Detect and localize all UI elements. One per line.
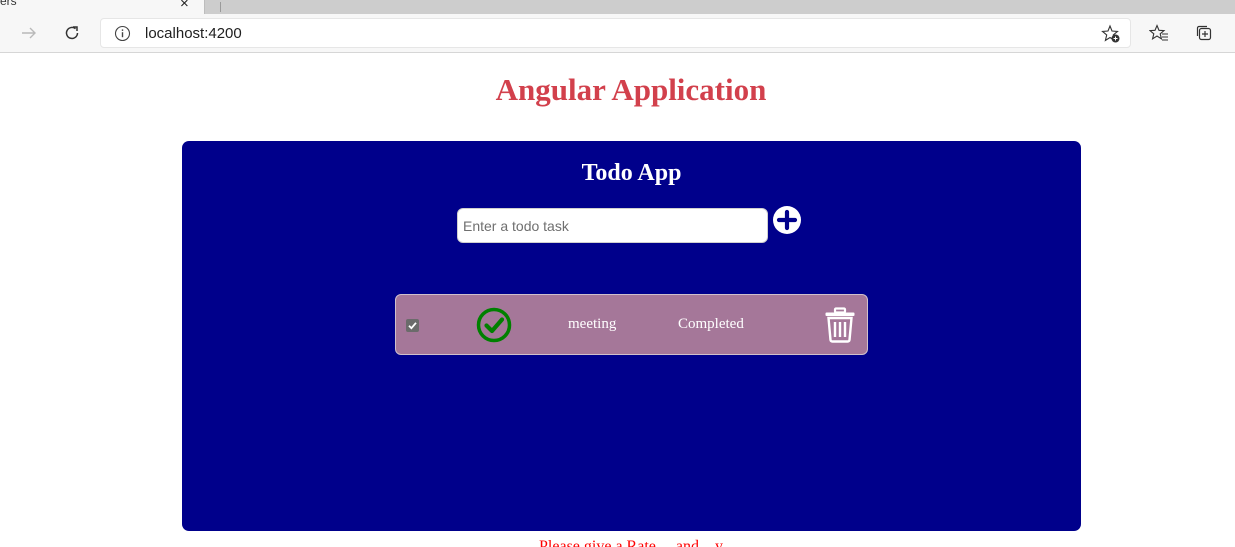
tab-close-icon[interactable]: ×: [180, 0, 189, 11]
info-icon[interactable]: [114, 25, 131, 47]
check-circle-icon: [476, 307, 512, 348]
address-text: localhost:4200: [145, 25, 242, 42]
browser-tab[interactable]: ers ×: [0, 0, 205, 14]
browser-toolbar: localhost:4200: [0, 14, 1235, 53]
address-bar[interactable]: localhost:4200: [100, 18, 1131, 48]
add-todo-button[interactable]: [772, 205, 802, 235]
todo-task-input[interactable]: [457, 208, 768, 243]
add-favorite-icon[interactable]: [1101, 24, 1121, 49]
favorites-icon[interactable]: [1145, 19, 1173, 47]
trash-icon[interactable]: [824, 307, 856, 348]
tab-title: ers: [0, 0, 17, 8]
tab-strip: ers ×: [0, 0, 1235, 14]
page-title: Angular Application: [495, 72, 767, 107]
todo-app-panel: Todo App meeting Completed: [182, 141, 1081, 531]
todo-item-text: meeting: [568, 316, 617, 332]
collections-icon[interactable]: [1190, 19, 1218, 47]
todo-item: meeting Completed: [395, 294, 868, 355]
tab-separator: [220, 2, 221, 12]
todo-checkbox[interactable]: [406, 319, 419, 332]
forward-icon[interactable]: [15, 19, 43, 47]
todo-app-title: Todo App: [581, 160, 682, 186]
plus-circle-icon: [773, 206, 801, 234]
todo-item-status: Completed: [678, 316, 744, 332]
refresh-icon[interactable]: [58, 19, 86, 47]
footer-text: Please give a Rate..., and... y: [539, 538, 723, 547]
